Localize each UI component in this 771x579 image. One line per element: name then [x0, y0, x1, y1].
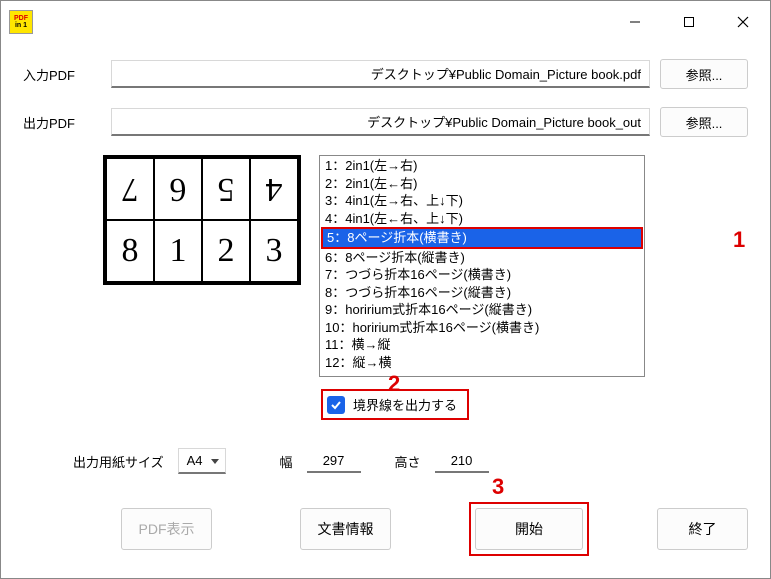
border-checkbox-label: 境界線を出力する [353, 395, 457, 414]
content-area: 入力PDF デスクトップ¥Public Domain_Picture book.… [1, 43, 770, 556]
paper-size-label: 出力用紙サイズ [73, 452, 164, 471]
maximize-icon [683, 16, 695, 28]
layout-option[interactable]: 4：4in1(左←右、上↓下) [321, 210, 643, 228]
layout-option[interactable]: 5：8ページ折本(横書き) [321, 227, 643, 249]
minimize-icon [629, 16, 641, 28]
maximize-button[interactable] [662, 1, 716, 43]
width-label: 幅 [280, 452, 293, 471]
app-icon: PDF in 1 [9, 10, 33, 34]
preview-cell: 1 [154, 220, 202, 282]
output-browse-button[interactable]: 参照... [660, 107, 748, 137]
paper-size-select[interactable]: A4 [178, 448, 226, 474]
preview-cell: 7 [106, 158, 154, 220]
minimize-button[interactable] [608, 1, 662, 43]
preview-cell: 8 [106, 220, 154, 282]
doc-info-button[interactable]: 文書情報 [300, 508, 391, 550]
close-icon [736, 15, 750, 29]
layout-preview: 7 6 5 4 8 1 2 3 [103, 155, 301, 285]
button-row: 3 PDF表示 文書情報 開始 終了 [121, 502, 748, 556]
annotation-2: 2 [388, 371, 400, 397]
layout-option[interactable]: 3：4in1(左→右、上↓下) [321, 192, 643, 210]
height-field[interactable] [435, 449, 489, 473]
start-button-highlight: 開始 [469, 502, 589, 556]
preview-cell: 4 [250, 158, 298, 220]
height-label: 高さ [395, 452, 421, 471]
output-row: 出力PDF デスクトップ¥Public Domain_Picture book_… [23, 107, 748, 137]
layout-option[interactable]: 12：縦→横 [321, 354, 643, 372]
width-field[interactable] [307, 449, 361, 473]
preview-cell: 3 [250, 220, 298, 282]
input-browse-button[interactable]: 参照... [660, 59, 748, 89]
mid-row: 7 6 5 4 8 1 2 3 1：2in1(左→右)2：2in1(左←右)3：… [103, 155, 748, 377]
start-button[interactable]: 開始 [475, 508, 583, 550]
border-checkbox[interactable] [327, 396, 345, 414]
layout-option[interactable]: 10：horirium式折本16ページ(横書き) [321, 319, 643, 337]
output-path-field[interactable]: デスクトップ¥Public Domain_Picture book_out [111, 108, 650, 136]
paper-size-row: 出力用紙サイズ A4 幅 高さ [73, 448, 748, 474]
preview-cell: 6 [154, 158, 202, 220]
layout-option[interactable]: 9：horirium式折本16ページ(縦書き) [321, 301, 643, 319]
input-label: 入力PDF [23, 65, 101, 84]
titlebar: PDF in 1 [1, 1, 770, 43]
layout-option[interactable]: 1：2in1(左→右) [321, 157, 643, 175]
preview-cell: 5 [202, 158, 250, 220]
layout-option[interactable]: 8：つづら折本16ページ(縦書き) [321, 284, 643, 302]
exit-button[interactable]: 終了 [657, 508, 748, 550]
input-path-field[interactable]: デスクトップ¥Public Domain_Picture book.pdf [111, 60, 650, 88]
annotation-1: 1 [733, 227, 745, 253]
pdf-preview-button[interactable]: PDF表示 [121, 508, 212, 550]
input-row: 入力PDF デスクトップ¥Public Domain_Picture book.… [23, 59, 748, 89]
layout-listbox[interactable]: 1：2in1(左→右)2：2in1(左←右)3：4in1(左→右、上↓下)4：4… [319, 155, 645, 377]
check-icon [330, 399, 342, 411]
annotation-3: 3 [492, 474, 504, 500]
app-window: PDF in 1 入力PDF デスクトップ¥Public Domain_Pict… [0, 0, 771, 579]
window-controls [608, 1, 770, 43]
layout-option[interactable]: 2：2in1(左←右) [321, 175, 643, 193]
output-label: 出力PDF [23, 113, 101, 132]
layout-option[interactable]: 7：つづら折本16ページ(横書き) [321, 266, 643, 284]
close-button[interactable] [716, 1, 770, 43]
layout-option[interactable]: 6：8ページ折本(縦書き) [321, 249, 643, 267]
layout-option[interactable]: 11：横→縦 [321, 336, 643, 354]
preview-cell: 2 [202, 220, 250, 282]
